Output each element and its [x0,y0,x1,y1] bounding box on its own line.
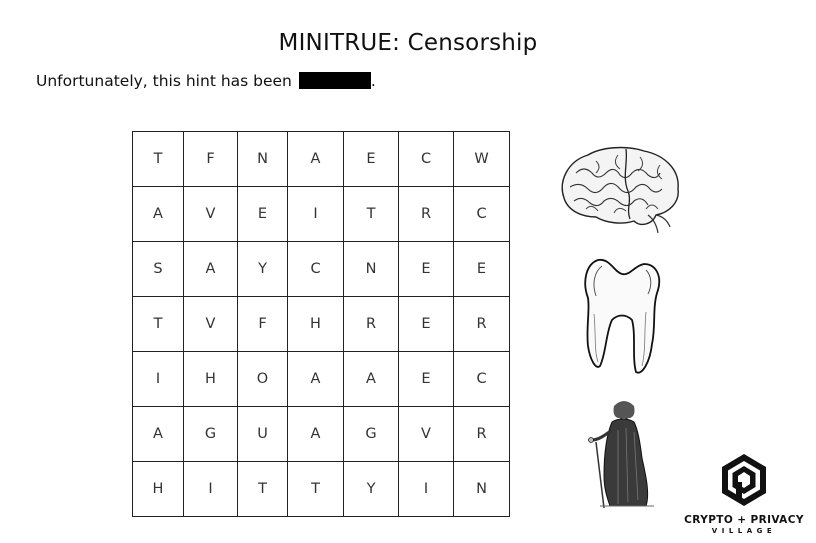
grid-cell: F [183,131,238,187]
grid-cell: I [398,461,454,517]
grid-cell: T [132,131,184,187]
grid-cell: C [453,186,510,242]
grid-cell: F [237,296,288,352]
grid-cell: E [237,186,288,242]
grid-cell: C [453,351,510,407]
tooth-image [584,259,661,374]
logo-text-line1: CRYPTO + PRIVACY [684,514,804,526]
grid-cell: T [287,461,344,517]
grid-cell: I [132,351,184,407]
grid-cell: R [453,296,510,352]
page-title: MINITRUE: Censorship [278,30,538,56]
grid-row: HITTYIN [132,461,510,517]
grid-cell: E [453,241,510,297]
grid-cell: U [237,406,288,462]
grid-cell: R [453,406,510,462]
grid-cell: V [183,296,238,352]
grid-cell: A [183,241,238,297]
brain-image [561,146,679,234]
grid-cell: V [398,406,454,462]
grid-cell: H [132,461,184,517]
grid-cell: T [237,461,288,517]
grid-row: SAYCNEE [132,241,510,297]
grid-cell: C [398,131,454,187]
grid-cell: G [343,406,399,462]
hint-label: Unfortunately, this hint has been [36,72,292,90]
grid-cell: E [343,131,399,187]
grid-cell: E [398,241,454,297]
grid-cell: N [343,241,399,297]
grid-cell: A [132,406,184,462]
grid-cell: S [132,241,184,297]
grid-cell: Y [343,461,399,517]
grid-cell: E [398,351,454,407]
grid-cell: T [132,296,184,352]
grid-row: AVEITRC [132,186,510,242]
grid-cell: O [237,351,288,407]
grid-row: AGUAGVR [132,406,510,462]
grid-cell: T [343,186,399,242]
grid-cell: V [183,186,238,242]
grid-cell: R [398,186,454,242]
grid-cell: A [132,186,184,242]
monk-image [588,401,654,509]
grid-row: IHOAAEC [132,351,510,407]
grid-row: TVFHRER [132,296,510,352]
grid-cell: I [287,186,344,242]
crypto-privacy-village-logo: CRYPTO + PRIVACY VILLAGE [684,452,804,535]
grid-cell: H [287,296,344,352]
redaction-bar [298,72,371,89]
grid-cell: G [183,406,238,462]
hint-text: Unfortunately, this hint has been . [36,72,376,90]
grid-cell: I [183,461,238,517]
grid-cell: H [183,351,238,407]
hint-period: . [370,72,376,90]
logo-text-line2: VILLAGE [711,527,777,535]
grid-cell: A [287,351,344,407]
grid-cell: Y [237,241,288,297]
grid-cell: N [237,131,288,187]
hexagon-logo-icon [722,454,766,506]
grid-cell: W [453,131,510,187]
letter-grid: TFNAECWAVEITRCSAYCNEETVFHRERIHOAAECAGUAG… [132,131,510,517]
grid-cell: E [398,296,454,352]
grid-row: TFNAECW [132,131,510,187]
grid-cell: R [343,296,399,352]
grid-cell: C [287,241,344,297]
grid-cell: A [287,131,344,187]
grid-cell: A [343,351,399,407]
grid-cell: N [453,461,510,517]
grid-cell: A [287,406,344,462]
